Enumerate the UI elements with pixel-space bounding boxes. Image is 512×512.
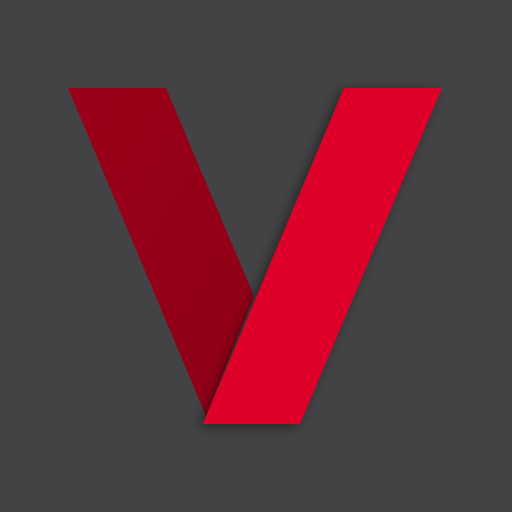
v-logo-icon <box>0 0 512 512</box>
icon-background <box>0 0 512 512</box>
app-icon-tile <box>0 0 512 512</box>
